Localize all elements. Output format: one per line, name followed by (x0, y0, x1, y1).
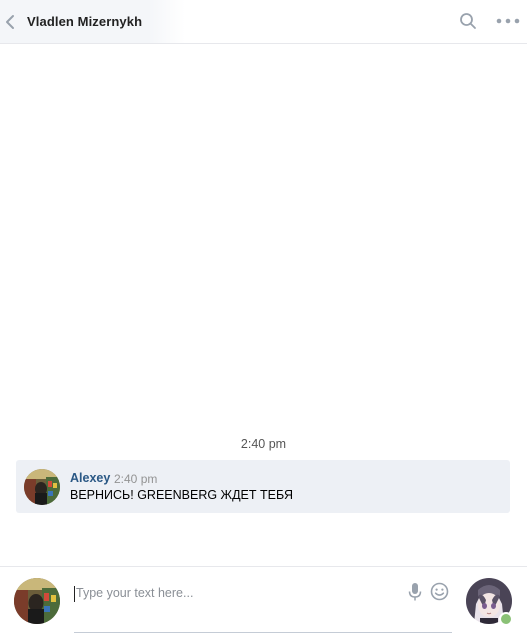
message-input[interactable]: Type your text here... (74, 581, 452, 633)
search-icon (460, 13, 476, 29)
message-composer: Type your text here... (0, 566, 527, 641)
message-timestamp[interactable]: 2:40 pm (114, 472, 157, 486)
more-horizontal-icon (496, 18, 520, 24)
message-author[interactable]: Alexey (70, 471, 110, 485)
chat-window: Vladlen Mizernykh 2:40 pm Alexey 2:40 pm… (0, 0, 527, 641)
text-caret (74, 586, 75, 602)
avatar[interactable] (24, 469, 60, 505)
my-avatar[interactable] (14, 578, 60, 624)
chat-header: Vladlen Mizernykh (0, 0, 527, 44)
more-actions-button[interactable] (495, 11, 521, 31)
emoji-button[interactable] (430, 582, 449, 601)
message-item[interactable]: Alexey 2:40 pm ВЕРНИСЬ! GREENBERG ЖДЕТ Т… (16, 460, 510, 513)
online-status-indicator (499, 612, 513, 626)
smile-icon (430, 582, 449, 601)
search-button[interactable] (458, 11, 478, 31)
back-button[interactable] (0, 0, 20, 43)
voice-message-button[interactable] (407, 582, 423, 602)
message-history[interactable]: 2:40 pm Alexey 2:40 pm ВЕРНИСЬ! GREENBER… (0, 45, 527, 565)
chat-title[interactable]: Vladlen Mizernykh (27, 14, 142, 29)
message-time-separator: 2:40 pm (240, 437, 287, 451)
microphone-icon (408, 583, 422, 601)
message-input-placeholder: Type your text here... (76, 586, 194, 600)
message-text: ВЕРНИСЬ! GREENBERG ЖДЕТ ТЕБЯ (70, 488, 294, 502)
chevron-left-icon (6, 14, 14, 29)
